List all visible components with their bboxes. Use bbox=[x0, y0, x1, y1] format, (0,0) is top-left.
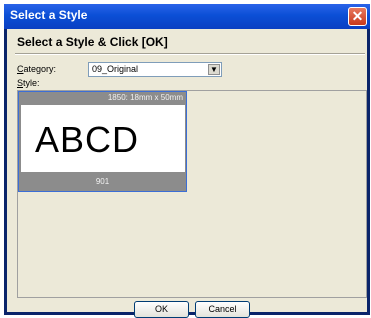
thumbnail-preview-text: ABCD bbox=[35, 119, 140, 160]
window-title: Select a Style bbox=[10, 8, 88, 22]
dialog-instruction: Select a Style & Click [OK] bbox=[17, 35, 168, 49]
category-value: 09_Original bbox=[92, 64, 139, 74]
chevron-down-icon[interactable]: ▼ bbox=[208, 64, 220, 75]
close-button[interactable]: ✕ bbox=[348, 7, 367, 26]
dialog-body: Select a Style & Click [OK] Category: 09… bbox=[7, 29, 367, 318]
thumbnail-preview-area: ABCD bbox=[21, 105, 185, 172]
category-dropdown[interactable]: 09_Original ▼ bbox=[88, 62, 222, 77]
dialog-window: Select a Style ✕ Select a Style & Click … bbox=[4, 4, 370, 318]
thumbnail-size-text: 1850: 18mm x 50mm bbox=[107, 93, 183, 102]
style-thumbnail[interactable]: 1850: 18mm x 50mm ABCD 901 bbox=[18, 91, 187, 192]
cancel-button[interactable]: Cancel bbox=[195, 301, 250, 318]
category-label: Category: bbox=[17, 64, 57, 74]
style-list: 1850: 18mm x 50mm ABCD 901 bbox=[17, 90, 367, 298]
header-divider bbox=[15, 53, 365, 55]
title-bar[interactable]: Select a Style ✕ bbox=[4, 4, 370, 29]
style-label: Style: bbox=[17, 78, 40, 88]
ok-button[interactable]: OK bbox=[134, 301, 189, 318]
thumbnail-number: 901 bbox=[95, 177, 110, 186]
dialog-header: Select a Style & Click [OK] bbox=[7, 29, 367, 55]
close-icon: ✕ bbox=[351, 8, 364, 24]
